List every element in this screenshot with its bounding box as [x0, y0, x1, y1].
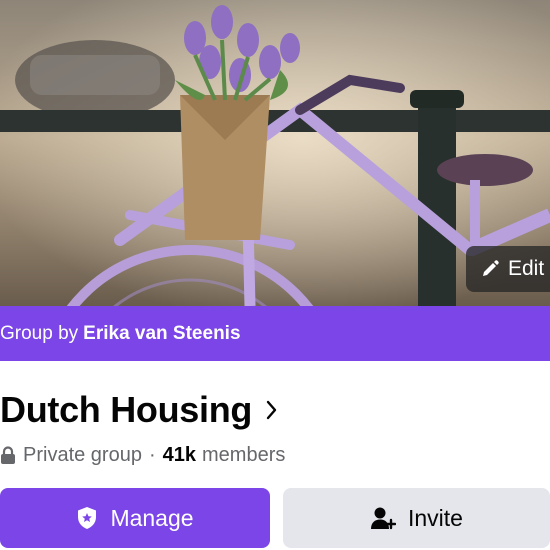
lock-icon	[0, 446, 16, 464]
add-person-icon	[370, 506, 396, 530]
pencil-icon	[480, 259, 500, 279]
manage-button[interactable]: Manage	[0, 488, 270, 548]
group-by-prefix: Group by	[0, 322, 79, 344]
shield-star-icon	[76, 506, 98, 530]
group-owner-link[interactable]: Erika van Steenis	[83, 323, 240, 345]
members-label[interactable]: members	[202, 444, 285, 467]
meta-separator: ·	[148, 443, 156, 466]
group-title[interactable]: Dutch Housing	[0, 389, 252, 431]
privacy-label: Private group	[23, 443, 142, 466]
group-by-banner: Group by Erika van Steenis	[0, 306, 550, 361]
cover-photo[interactable]: Edit	[0, 0, 550, 306]
manage-label: Manage	[110, 504, 194, 531]
member-count[interactable]: 41k	[163, 444, 196, 467]
invite-button[interactable]: Invite	[283, 488, 550, 548]
group-title-row[interactable]: Dutch Housing	[0, 386, 278, 434]
invite-label: Invite	[408, 504, 463, 531]
edit-cover-button[interactable]: Edit	[466, 246, 550, 292]
group-meta: Private group · 41k members	[0, 441, 285, 469]
edit-cover-label: Edit	[508, 257, 545, 280]
chevron-right-icon[interactable]	[266, 400, 278, 420]
